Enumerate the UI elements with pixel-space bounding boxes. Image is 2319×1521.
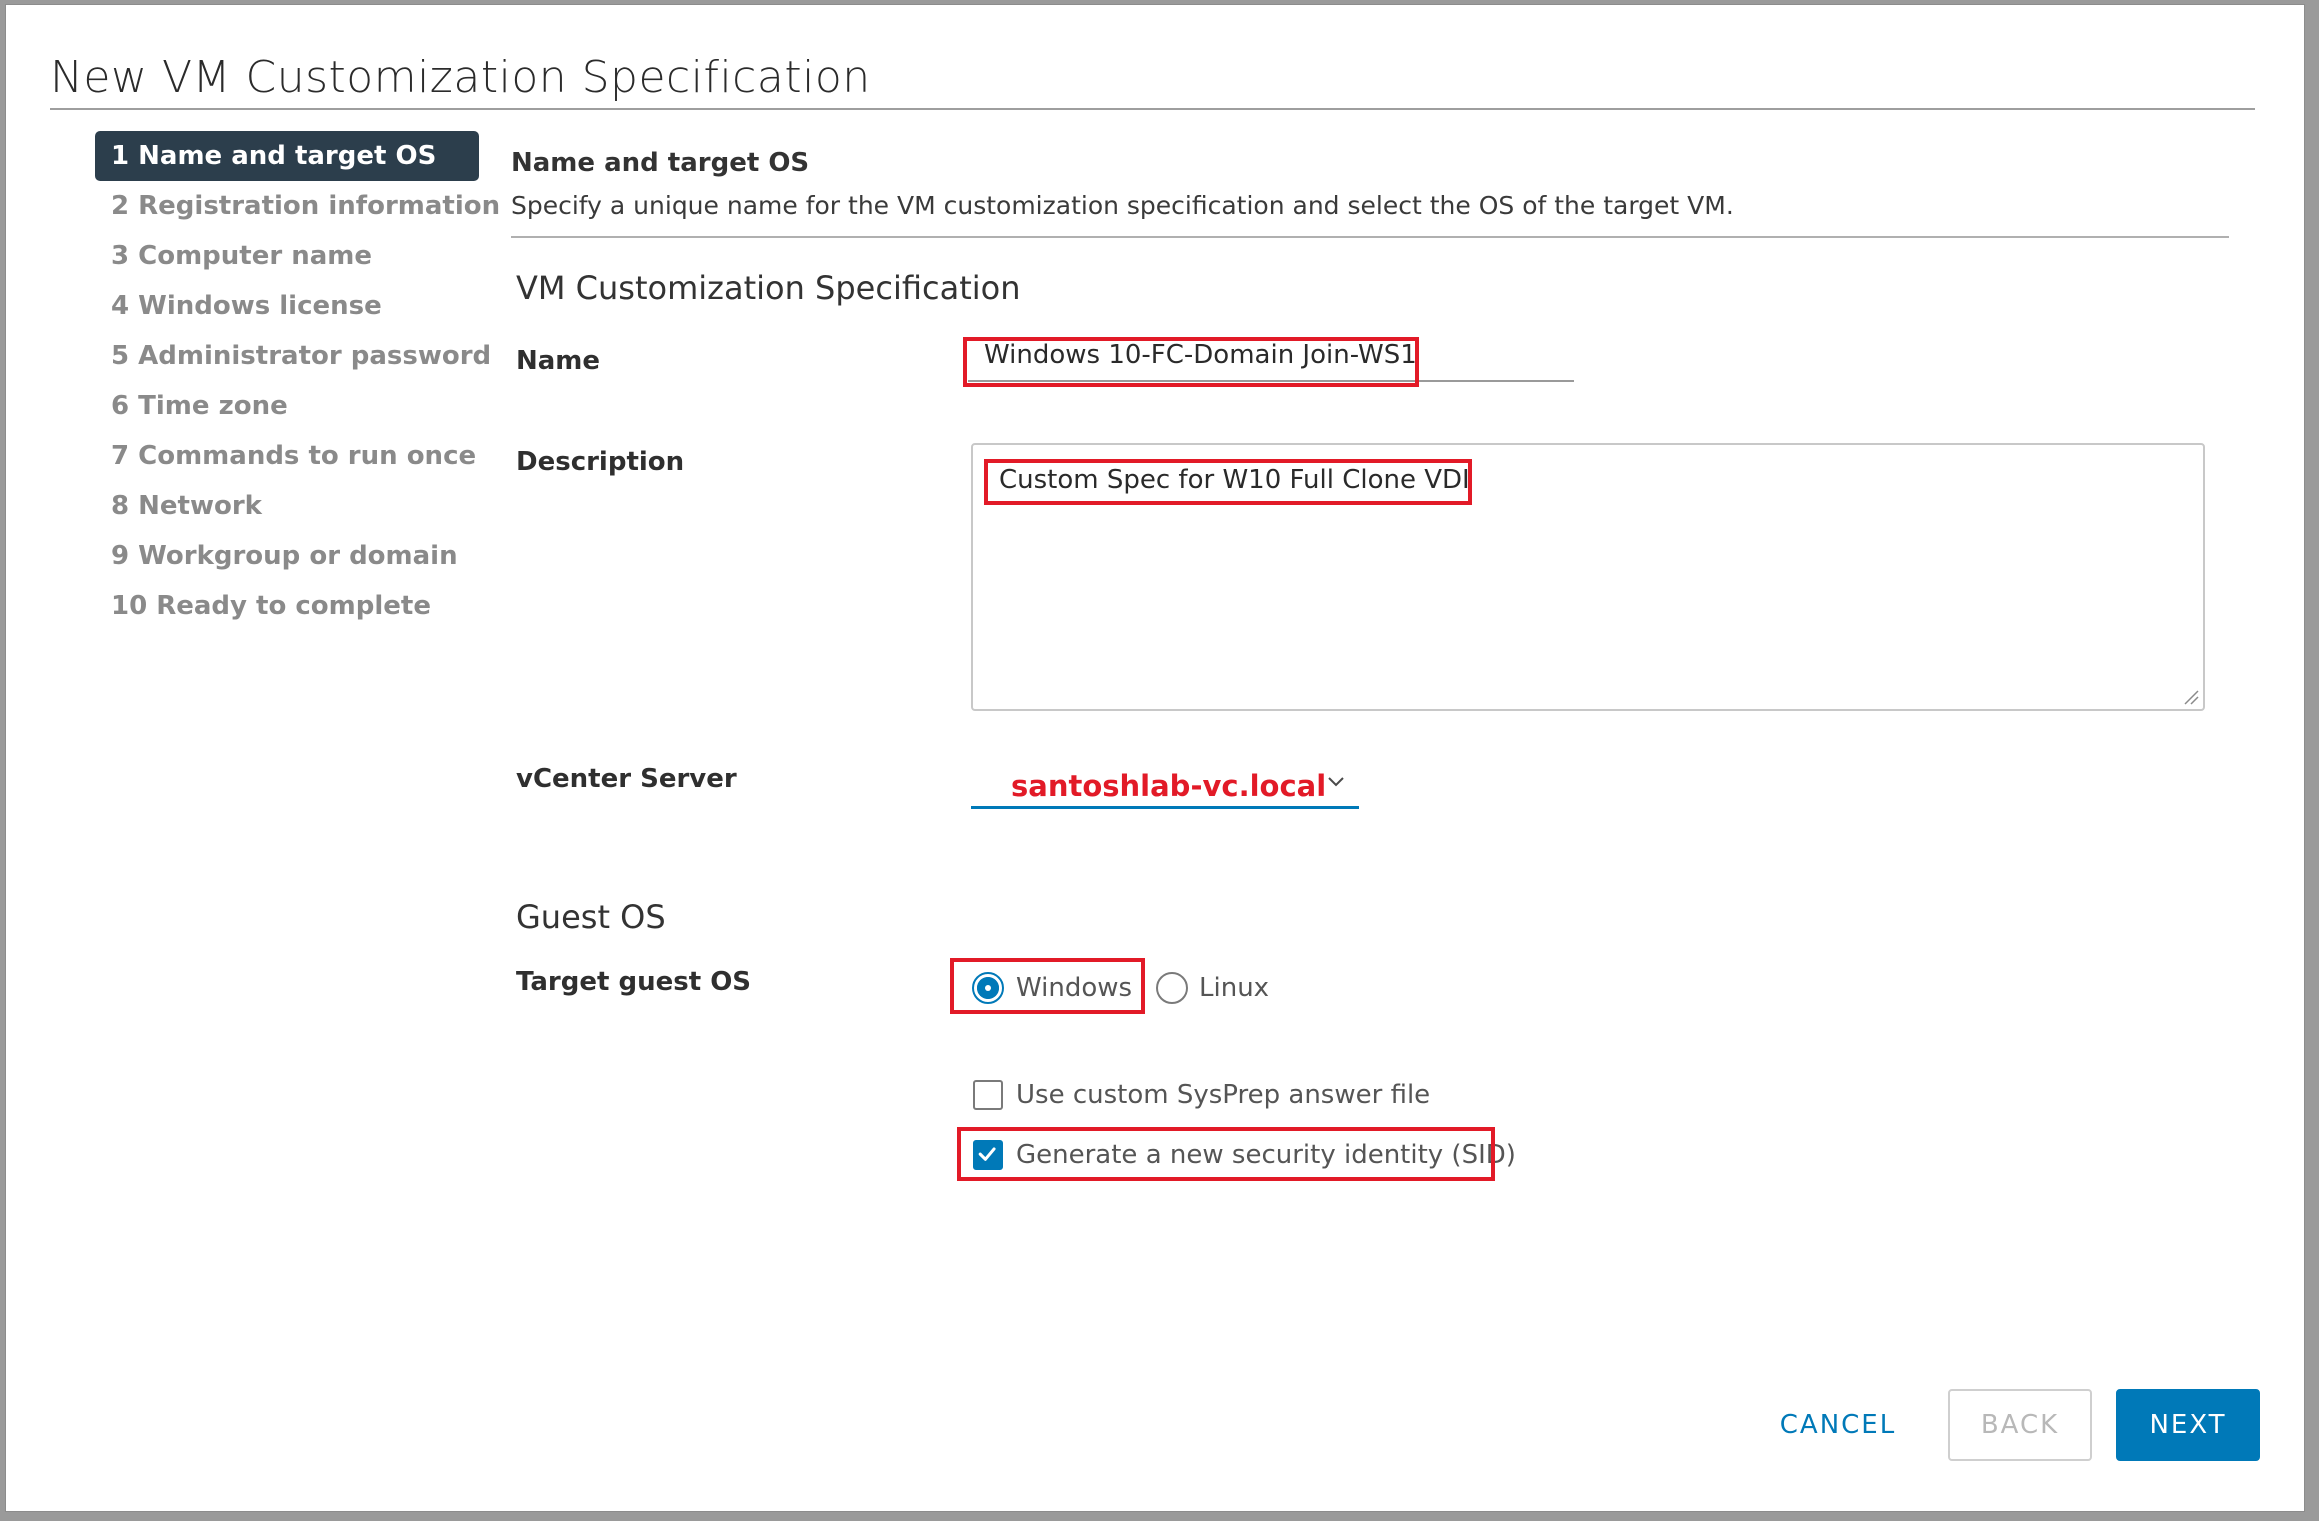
chevron-down-icon [1328, 777, 1344, 787]
back-button[interactable]: BACK [1948, 1389, 2092, 1461]
generate-sid-highlight [957, 1127, 1495, 1181]
step-name-target-os[interactable]: 1 Name and target OS [95, 131, 479, 181]
description-highlight [984, 459, 1472, 505]
title-divider [50, 108, 2255, 110]
dialog-title: New VM Customization Specification [50, 52, 871, 103]
use-sysprep-checkbox[interactable] [973, 1080, 1003, 1110]
step-ready-to-complete[interactable]: 10 Ready to complete [95, 581, 479, 631]
vcenter-value: santoshlab-vc.local [1011, 769, 1327, 803]
name-label: Name [516, 346, 601, 376]
step-time-zone[interactable]: 6 Time zone [95, 381, 479, 431]
use-sysprep-label: Use custom SysPrep answer file [1016, 1080, 1431, 1110]
linux-radio-label: Linux [1199, 973, 1270, 1003]
vcenter-label: vCenter Server [516, 764, 737, 794]
vcenter-select[interactable]: santoshlab-vc.local [971, 765, 1359, 809]
target-guest-os-label: Target guest OS [516, 967, 752, 997]
section-divider [511, 236, 2229, 238]
step-workgroup-domain[interactable]: 9 Workgroup or domain [95, 531, 479, 581]
step-administrator-password[interactable]: 5 Administrator password [95, 331, 491, 381]
guest-os-heading: Guest OS [516, 898, 666, 936]
section-title: Name and target OS [511, 148, 810, 178]
name-highlight [963, 337, 1419, 387]
resize-grip-icon[interactable] [2181, 687, 2199, 705]
step-registration-information[interactable]: 2 Registration information [95, 181, 500, 231]
spec-heading: VM Customization Specification [516, 269, 1021, 307]
section-subtitle: Specify a unique name for the VM customi… [511, 191, 1734, 220]
step-windows-license[interactable]: 4 Windows license [95, 281, 479, 331]
windows-highlight [950, 958, 1145, 1014]
cancel-button[interactable]: CANCEL [1756, 1389, 1920, 1461]
step-computer-name[interactable]: 3 Computer name [95, 231, 479, 281]
description-label: Description [516, 447, 685, 477]
step-commands-run-once[interactable]: 7 Commands to run once [95, 431, 479, 481]
linux-radio[interactable] [1156, 972, 1188, 1004]
step-network[interactable]: 8 Network [95, 481, 479, 531]
next-button[interactable]: NEXT [2116, 1389, 2260, 1461]
wizard-steps-nav: 1 Name and target OS 2 Registration info… [95, 131, 500, 631]
